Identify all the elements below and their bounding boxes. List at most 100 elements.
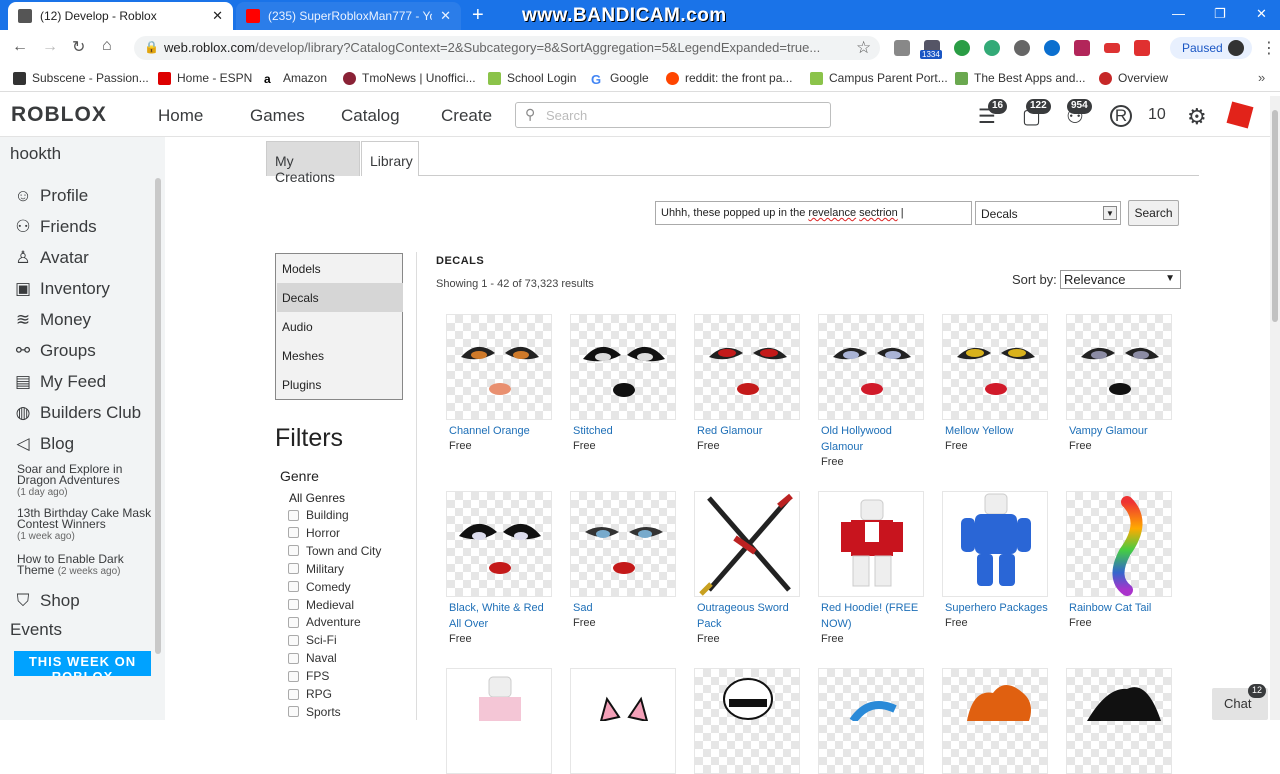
- genre-checkbox-item[interactable]: Sports: [288, 705, 341, 719]
- sidebar-item-avatar[interactable]: ♙ Avatar: [12, 248, 88, 268]
- search-button[interactable]: Search: [1128, 200, 1179, 226]
- item-thumbnail[interactable]: [942, 668, 1048, 774]
- address-bar[interactable]: 🔒 web.roblox.com/develop/library?Catalog…: [134, 36, 880, 60]
- genre-checkbox-item[interactable]: Sci-Fi: [288, 633, 337, 647]
- all-genres-link[interactable]: All Genres: [289, 491, 345, 505]
- category-select[interactable]: Decals ▼: [975, 201, 1121, 225]
- sidebar-item-inventory[interactable]: ▣ Inventory: [12, 279, 110, 299]
- item-thumbnail[interactable]: [570, 314, 676, 420]
- reload-icon[interactable]: ↻: [72, 37, 85, 57]
- tab-develop-roblox[interactable]: (12) Develop - Roblox ✕: [8, 2, 233, 30]
- bookmark-item[interactable]: Subscene - Passion...: [13, 71, 149, 85]
- bookmark-item[interactable]: School Login: [488, 71, 576, 85]
- item-name[interactable]: Superhero Packages: [945, 600, 1051, 616]
- shield-extension-icon[interactable]: [984, 40, 1000, 56]
- bookmark-item[interactable]: reddit: the front pa...: [666, 71, 792, 85]
- item-name[interactable]: Red Glamour: [697, 423, 803, 439]
- bookmark-item[interactable]: Campus Parent Port...: [810, 71, 948, 85]
- genre-checkbox[interactable]: [288, 509, 299, 521]
- menu-dots-icon[interactable]: ⋮: [1261, 38, 1277, 58]
- bookmark-item[interactable]: TmoNews | Unoffici...: [343, 71, 476, 85]
- item-name[interactable]: Outrageous Sword Pack: [697, 600, 803, 632]
- new-tab-button[interactable]: +: [472, 4, 484, 27]
- profile-paused-button[interactable]: Paused: [1170, 37, 1252, 59]
- sidebar-item-builders-club[interactable]: ◍ Builders Club: [12, 403, 142, 423]
- page-scrollbar-thumb[interactable]: [1272, 110, 1278, 322]
- item-thumbnail[interactable]: [818, 491, 924, 597]
- sidebar-scrollbar[interactable]: [155, 178, 161, 654]
- back-icon[interactable]: ←: [12, 38, 28, 56]
- genre-checkbox-item[interactable]: Comedy: [288, 580, 351, 594]
- sidebar-item-money[interactable]: ≋ Money: [12, 310, 91, 330]
- type-item-plugins[interactable]: Plugins: [277, 370, 403, 399]
- genre-checkbox[interactable]: [288, 634, 299, 646]
- blog-post-link[interactable]: How to Enable Dark Theme (2 weeks ago): [17, 553, 157, 577]
- bookmark-item[interactable]: Overview: [1099, 71, 1168, 85]
- genre-checkbox[interactable]: [288, 527, 299, 539]
- item-thumbnail[interactable]: [694, 668, 800, 774]
- item-thumbnail[interactable]: [818, 668, 924, 774]
- item-thumbnail[interactable]: [446, 491, 552, 597]
- username[interactable]: hookth: [10, 144, 61, 164]
- tab-my-creations[interactable]: My Creations: [266, 141, 360, 185]
- nav-create[interactable]: Create: [441, 106, 492, 126]
- type-item-decals[interactable]: Decals: [277, 283, 403, 312]
- bookmarks-overflow-icon[interactable]: »: [1258, 70, 1265, 85]
- bookmark-item[interactable]: The Best Apps and...: [955, 71, 1085, 85]
- type-item-meshes[interactable]: Meshes: [277, 341, 403, 370]
- robux-icon[interactable]: R: [1110, 105, 1132, 127]
- item-thumbnail[interactable]: [694, 491, 800, 597]
- sidebar-item-friends[interactable]: ⚇ Friends: [12, 217, 96, 237]
- pin-extension-icon[interactable]: [1014, 40, 1030, 56]
- genre-checkbox-item[interactable]: Horror: [288, 526, 340, 540]
- sidebar-item-events[interactable]: Events: [10, 620, 62, 640]
- close-window-button[interactable]: ✕: [1256, 6, 1267, 22]
- hp-extension-icon[interactable]: [1044, 40, 1060, 56]
- item-thumbnail[interactable]: [570, 491, 676, 597]
- tab-library[interactable]: Library: [361, 141, 419, 176]
- sidebar-item-my-feed[interactable]: ▤ My Feed: [12, 372, 106, 392]
- roblox-extension-icon[interactable]: [1134, 40, 1150, 56]
- roblox-search-input[interactable]: ⚲ Search: [515, 102, 831, 128]
- genre-checkbox-item[interactable]: Building: [288, 508, 349, 522]
- genre-checkbox-item[interactable]: Adventure: [288, 615, 361, 629]
- genre-checkbox-item[interactable]: FPS: [288, 669, 329, 683]
- genre-checkbox[interactable]: [288, 616, 299, 628]
- item-name[interactable]: Rainbow Cat Tail: [1069, 600, 1175, 616]
- genre-checkbox-item[interactable]: Naval: [288, 651, 337, 665]
- blog-post-link[interactable]: 13th Birthday Cake Mask Contest Winners(…: [17, 507, 157, 542]
- genre-checkbox[interactable]: [288, 563, 299, 575]
- genre-checkbox[interactable]: [288, 581, 299, 593]
- genre-checkbox-item[interactable]: Military: [288, 562, 344, 576]
- item-thumbnail[interactable]: [694, 314, 800, 420]
- item-thumbnail[interactable]: [942, 314, 1048, 420]
- gear-icon[interactable]: ⚙: [1187, 104, 1207, 130]
- mail-extension-icon[interactable]: [894, 40, 910, 56]
- genre-checkbox[interactable]: [288, 599, 299, 610]
- type-item-models[interactable]: Models: [277, 254, 403, 283]
- genre-checkbox[interactable]: [288, 652, 299, 664]
- item-thumbnail[interactable]: [446, 314, 552, 420]
- library-keyword-input[interactable]: Uhhh, these popped up in the revelance s…: [655, 201, 972, 225]
- item-name[interactable]: Mellow Yellow: [945, 423, 1051, 439]
- bookmark-star-icon[interactable]: ☆: [856, 38, 871, 58]
- genre-checkbox[interactable]: [288, 545, 299, 557]
- genre-checkbox[interactable]: [288, 688, 299, 700]
- roblox-logo[interactable]: ROBLOX: [11, 103, 107, 127]
- type-item-audio[interactable]: Audio: [277, 312, 403, 341]
- item-thumbnail[interactable]: [446, 668, 552, 774]
- sidebar-item-shop[interactable]: ⛉ Shop: [12, 591, 80, 611]
- item-name[interactable]: Red Hoodie! (FREE NOW): [821, 600, 927, 632]
- genre-checkbox[interactable]: [288, 706, 299, 718]
- this-week-banner[interactable]: THIS WEEK ON ROBLOX: [14, 651, 151, 676]
- bookmark-item[interactable]: G Google: [591, 71, 649, 87]
- item-name[interactable]: Old Hollywood Glamour: [821, 423, 927, 455]
- item-thumbnail[interactable]: [1066, 668, 1172, 774]
- nav-catalog[interactable]: Catalog: [341, 106, 400, 126]
- item-thumbnail[interactable]: [942, 491, 1048, 597]
- nav-games[interactable]: Games: [250, 106, 305, 126]
- pocket-extension-icon[interactable]: [1074, 40, 1090, 56]
- forward-icon[interactable]: →: [42, 38, 58, 56]
- genre-checkbox-item[interactable]: Medieval: [288, 598, 354, 612]
- item-name[interactable]: Black, White & Red All Over: [449, 600, 555, 632]
